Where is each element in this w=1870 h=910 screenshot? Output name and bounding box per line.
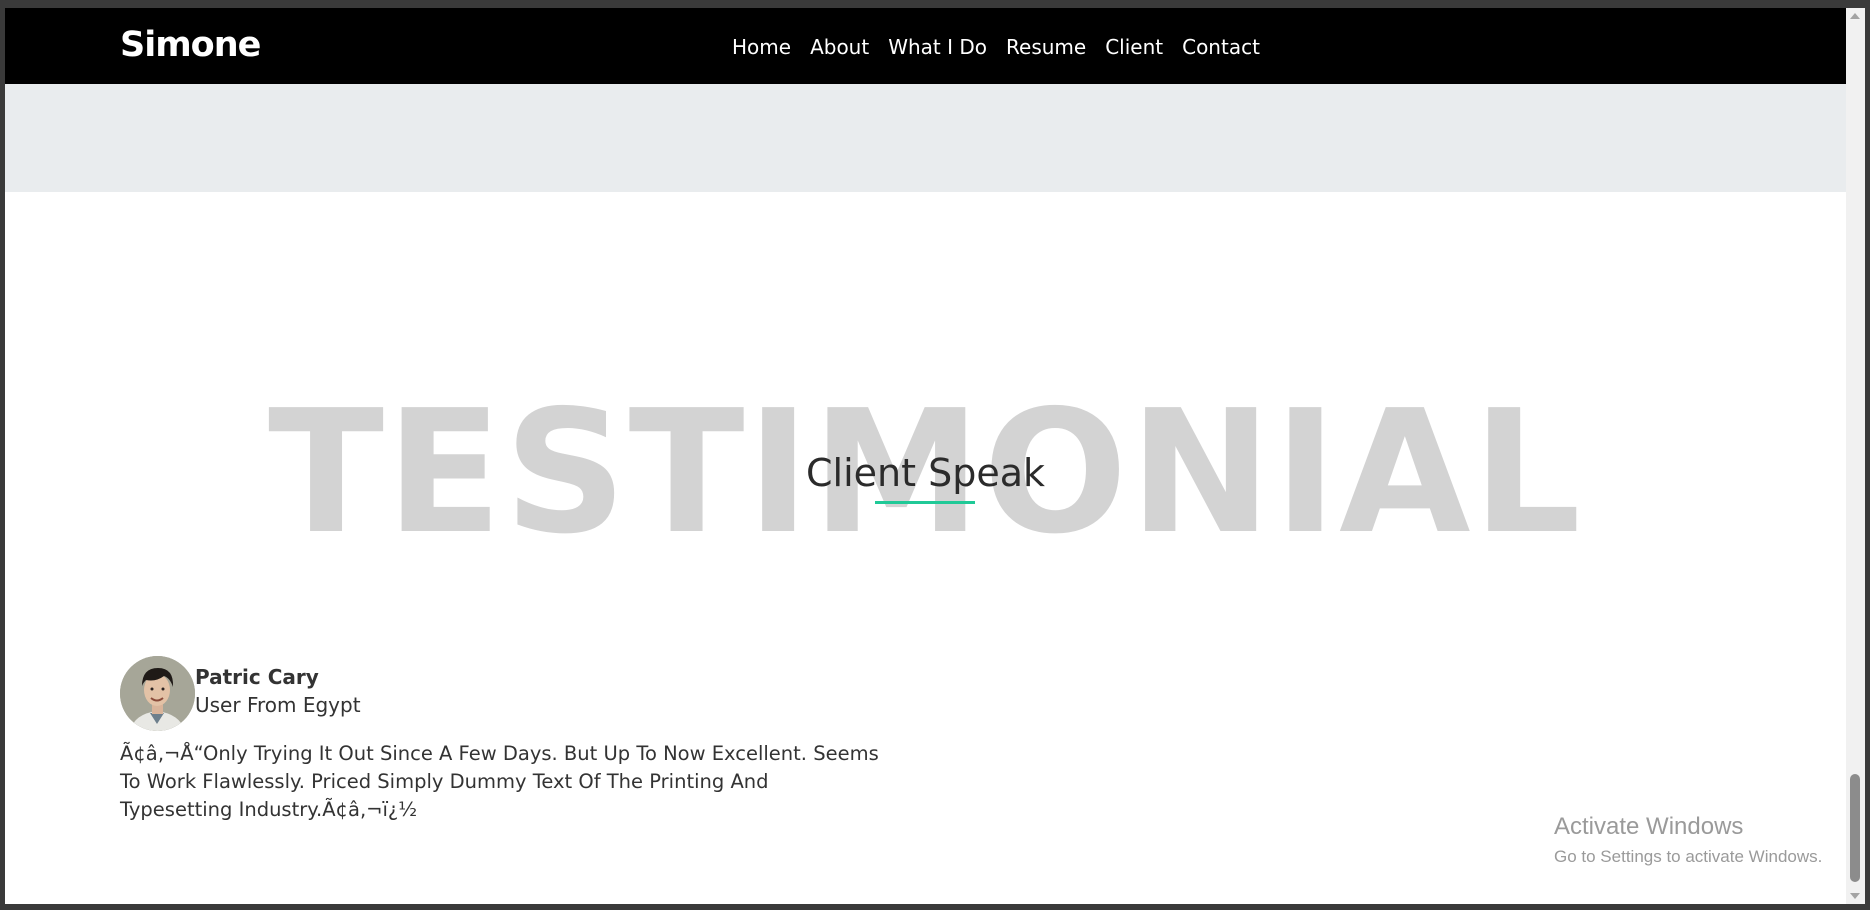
activation-subtitle: Go to Settings to activate Windows. (1554, 847, 1823, 866)
nav-link-resume[interactable]: Resume (1006, 35, 1086, 59)
avatar (120, 656, 195, 731)
navbar: Simone Home About What I Do Resume Clien… (5, 8, 1846, 84)
brand-logo[interactable]: Simone (120, 25, 261, 65)
vertical-scrollbar[interactable] (1846, 8, 1865, 904)
nav-link-what-i-do[interactable]: What I Do (888, 35, 987, 59)
client-avatar-photo-icon (120, 656, 195, 731)
scroll-up-icon[interactable] (1850, 13, 1860, 19)
nav-menu: Home About What I Do Resume Client Conta… (732, 35, 1260, 59)
activation-title: Activate Windows (1554, 813, 1744, 840)
nav-link-contact[interactable]: Contact (1182, 35, 1260, 59)
client-location: User From Egypt (195, 693, 361, 717)
browser-viewport: Simone Home About What I Do Resume Clien… (5, 8, 1846, 904)
title-underline (875, 501, 975, 504)
previous-section-band (5, 84, 1846, 192)
nav-link-about[interactable]: About (810, 35, 869, 59)
testimonial-heading: TESTIMONIAL Client Speak (5, 388, 1846, 558)
scroll-down-icon[interactable] (1850, 893, 1860, 899)
client-name: Patric Cary (195, 665, 319, 689)
scrollbar-thumb[interactable] (1850, 774, 1860, 882)
testimonial-quote: Ã¢â‚¬Å“Only Trying It Out Since A Few Da… (120, 742, 879, 821)
nav-link-client[interactable]: Client (1105, 35, 1163, 59)
windows-activation-notice: Activate Windows Go to Settings to activ… (1554, 813, 1822, 867)
nav-link-home[interactable]: Home (732, 35, 791, 59)
section-title: Client Speak (805, 451, 1045, 495)
